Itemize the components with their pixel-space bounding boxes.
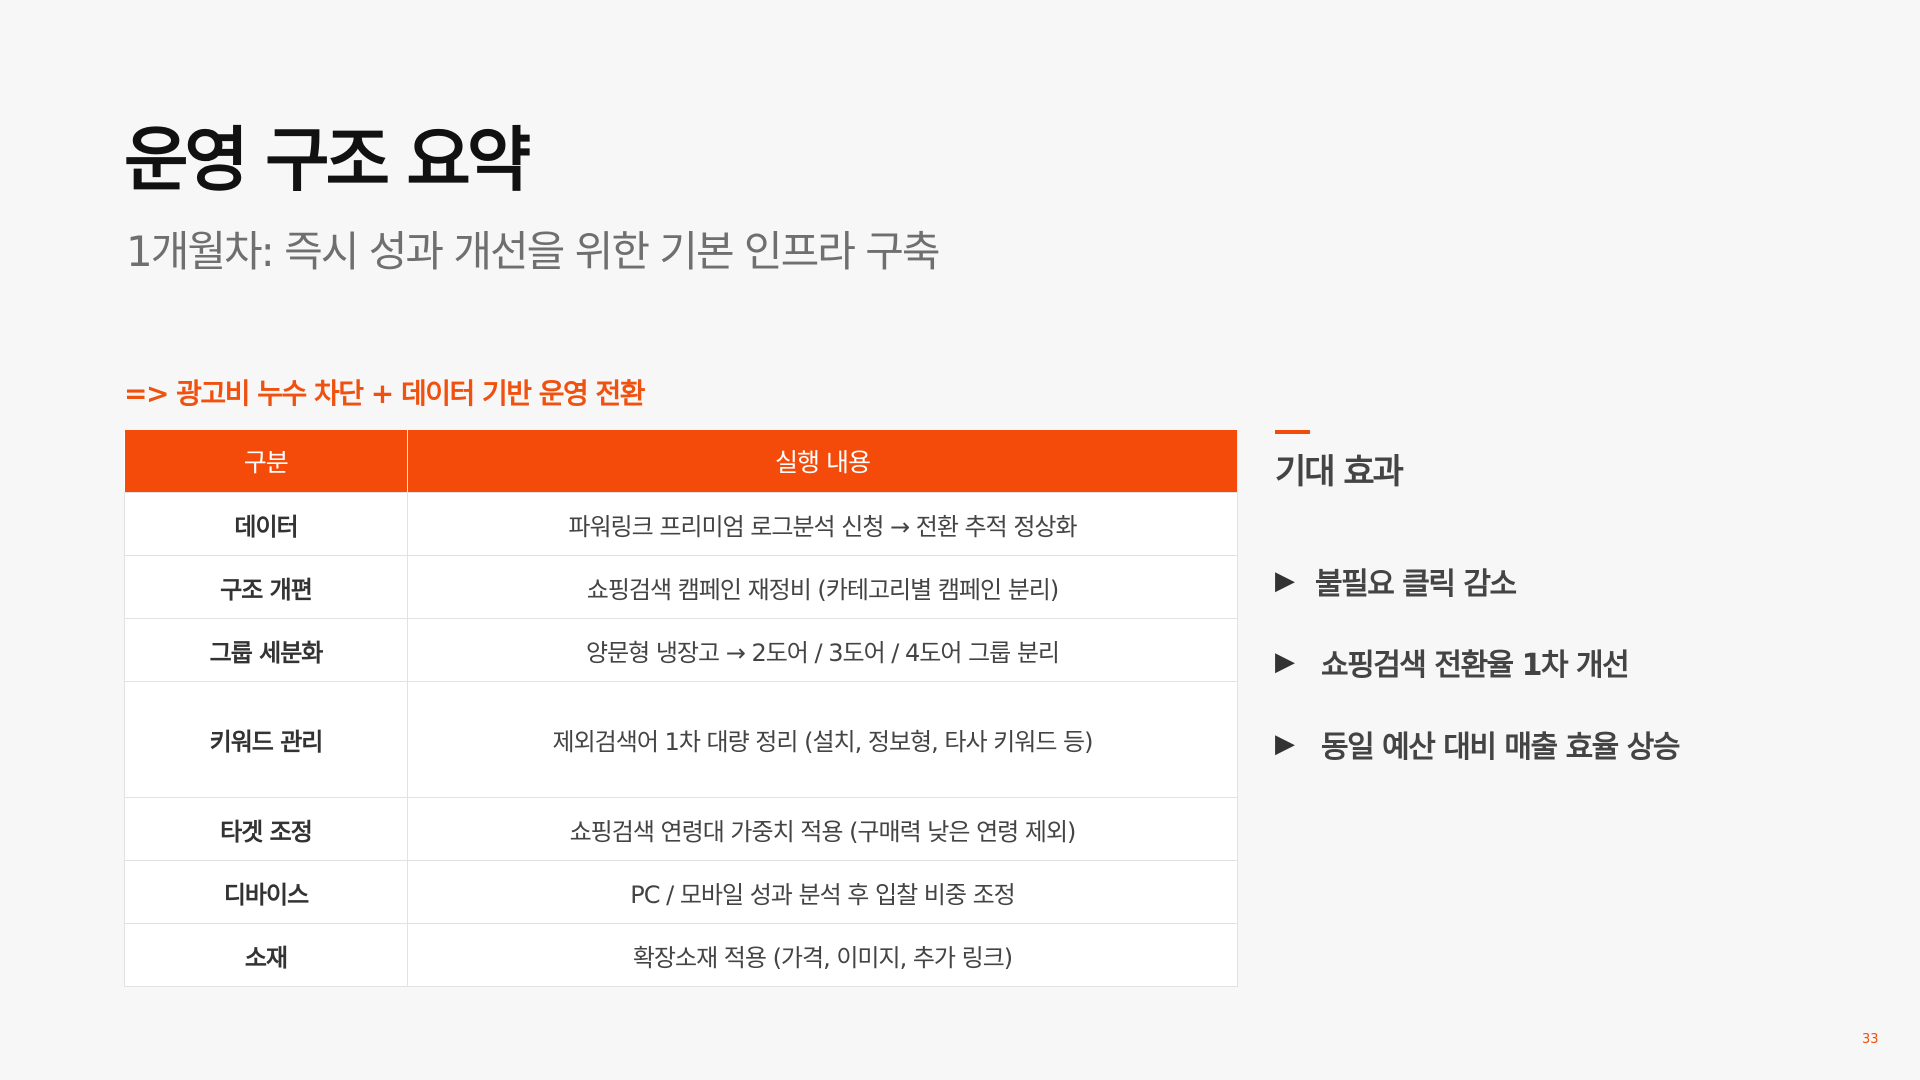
row-content: PC / 모바일 성과 분석 후 입찰 비중 조정 xyxy=(407,860,1238,924)
table-row: 디바이스 PC / 모바일 성과 분석 후 입찰 비중 조정 xyxy=(124,860,1238,924)
effect-item: ▶ 쇼핑검색 전환율 1차 개선 xyxy=(1275,640,1630,684)
table-row: 타겟 조정 쇼핑검색 연령대 가중치 적용 (구매력 낮은 연령 제외) xyxy=(124,797,1238,861)
triangle-bullet-icon: ▶ xyxy=(1275,566,1295,596)
summary-line: => 광고비 누수 차단 + 데이터 기반 운영 전환 xyxy=(124,377,646,410)
row-category: 디바이스 xyxy=(124,860,408,924)
row-category: 타겟 조정 xyxy=(124,797,408,861)
table-row: 데이터 파워링크 프리미엄 로그분석 신청 → 전환 추적 정상화 xyxy=(124,492,1238,556)
effects-title: 기대 효과 xyxy=(1275,452,1404,492)
triangle-bullet-icon: ▶ xyxy=(1275,729,1295,759)
page-title: 운영 구조 요약 xyxy=(124,119,531,201)
row-category: 구조 개편 xyxy=(124,555,408,619)
row-content: 제외검색어 1차 대량 정리 (설치, 정보형, 타사 키워드 등) xyxy=(407,681,1238,798)
column-header-category: 구분 xyxy=(124,430,408,493)
row-content: 양문형 냉장고 → 2도어 / 3도어 / 4도어 그룹 분리 xyxy=(407,618,1238,682)
table-row: 구조 개편 쇼핑검색 캠페인 재정비 (카테고리별 캠페인 분리) xyxy=(124,555,1238,619)
triangle-bullet-icon: ▶ xyxy=(1275,647,1295,677)
action-plan-table: 구분 실행 내용 데이터 파워링크 프리미엄 로그분석 신청 → 전환 추적 정… xyxy=(124,430,1238,987)
row-content: 확장소재 적용 (가격, 이미지, 추가 링크) xyxy=(407,923,1238,987)
row-category: 소재 xyxy=(124,923,408,987)
effect-item: ▶ 동일 예산 대비 매출 효율 상승 xyxy=(1275,722,1680,766)
effect-text: 불필요 클릭 감소 xyxy=(1315,567,1517,602)
accent-divider xyxy=(1275,430,1310,434)
effect-text: 동일 예산 대비 매출 효율 상승 xyxy=(1321,730,1680,765)
table-row: 그룹 세분화 양문형 냉장고 → 2도어 / 3도어 / 4도어 그룹 분리 xyxy=(124,618,1238,682)
row-content: 파워링크 프리미엄 로그분석 신청 → 전환 추적 정상화 xyxy=(407,492,1238,556)
column-header-content: 실행 내용 xyxy=(407,430,1238,493)
effect-item: ▶ 불필요 클릭 감소 xyxy=(1275,559,1517,603)
table-row: 키워드 관리 제외검색어 1차 대량 정리 (설치, 정보형, 타사 키워드 등… xyxy=(124,681,1238,798)
row-category: 그룹 세분화 xyxy=(124,618,408,682)
row-content: 쇼핑검색 연령대 가중치 적용 (구매력 낮은 연령 제외) xyxy=(407,797,1238,861)
row-content: 쇼핑검색 캠페인 재정비 (카테고리별 캠페인 분리) xyxy=(407,555,1238,619)
row-category: 데이터 xyxy=(124,492,408,556)
page-number: 33 xyxy=(1862,1032,1879,1047)
table-row: 소재 확장소재 적용 (가격, 이미지, 추가 링크) xyxy=(124,923,1238,987)
effect-text: 쇼핑검색 전환율 1차 개선 xyxy=(1321,648,1630,683)
page-subtitle: 1개월차: 즉시 성과 개선을 위한 기본 인프라 구축 xyxy=(126,227,940,276)
row-category: 키워드 관리 xyxy=(124,681,408,798)
table-header-row: 구분 실행 내용 xyxy=(124,430,1238,493)
